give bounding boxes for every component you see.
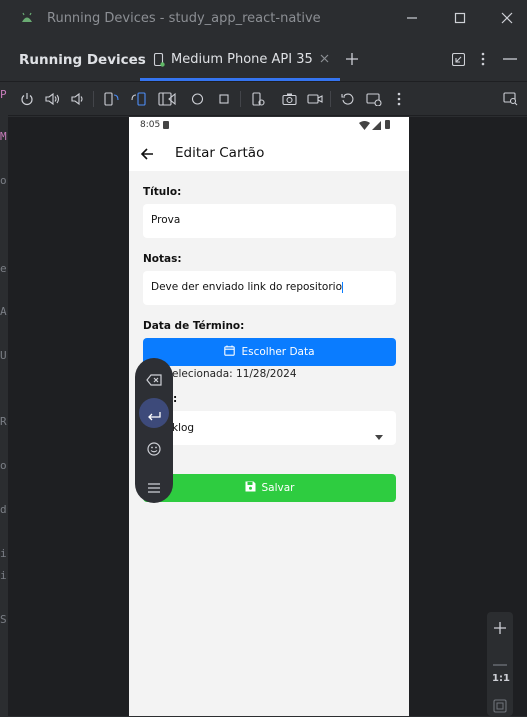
fit-screen-icon[interactable]	[493, 698, 507, 717]
notas-value: Deve der enviado link do repositorio	[151, 281, 342, 293]
zoom-in-icon[interactable]	[493, 620, 507, 639]
phone-status-bar: 8:05	[129, 117, 409, 135]
reset-icon[interactable]	[341, 92, 355, 106]
gutter-mark: o	[0, 459, 7, 472]
rotate-right-icon[interactable]	[131, 92, 146, 106]
floating-toolbar	[135, 358, 173, 503]
panel-title: Running Devices	[19, 52, 146, 68]
tab-device[interactable]: Medium Phone API 35	[140, 38, 340, 82]
volume-up-icon[interactable]	[45, 92, 60, 106]
notas-label: Notas:	[143, 253, 182, 265]
camera-icon[interactable]	[282, 92, 297, 106]
status-picker-value: klog	[172, 422, 195, 434]
collapse-icon[interactable]	[452, 53, 465, 66]
close-tab-icon[interactable]	[320, 54, 329, 63]
status-time: 8:05	[140, 120, 161, 130]
device-toolbar	[0, 82, 527, 116]
tab-underline	[140, 78, 340, 81]
tab-label: Medium Phone API 35	[171, 52, 313, 67]
app-bar-title: Editar Cartão	[175, 145, 265, 161]
gutter-mark: M	[0, 130, 7, 143]
menu-icon[interactable]	[148, 478, 160, 497]
selected-date-text: elecionada: 11/28/2024	[172, 368, 297, 380]
titulo-label: Título:	[143, 186, 182, 198]
more-options-icon[interactable]	[480, 52, 486, 66]
notas-input[interactable]: Deve der enviado link do repositorio	[143, 271, 396, 305]
wifi-icon	[359, 121, 370, 133]
rotate-left-icon[interactable]	[104, 92, 119, 106]
back-arrow-icon[interactable]	[140, 146, 154, 165]
power-icon[interactable]	[20, 92, 34, 106]
enter-icon[interactable]	[147, 407, 161, 426]
zoom-reset-button[interactable]: 1:1	[492, 673, 510, 684]
gutter-mark: U	[0, 349, 7, 362]
status-picker[interactable]: klog	[143, 411, 396, 445]
record-video-icon[interactable]	[307, 92, 323, 106]
toolbar-divider	[93, 91, 94, 107]
toolbar-more-icon[interactable]	[396, 92, 402, 106]
title-bar: Running Devices - study_app_react-native	[0, 0, 527, 38]
save-label: Salvar	[261, 482, 295, 494]
overview-icon[interactable]	[218, 92, 230, 106]
toolbar-divider	[240, 91, 241, 107]
volume-down-icon[interactable]	[71, 92, 84, 106]
gutter-mark: i	[0, 547, 7, 560]
gutter-mark: i	[0, 569, 7, 582]
backspace-icon[interactable]	[146, 371, 162, 390]
save-button[interactable]: Salvar	[143, 474, 396, 502]
choose-date-label: Escolher Data	[241, 346, 315, 358]
close-window-icon[interactable]	[501, 12, 513, 24]
gutter-mark: P	[0, 88, 7, 101]
window-title: Running Devices - study_app_react-native	[47, 11, 321, 26]
keyboard-icon[interactable]	[366, 92, 382, 106]
zoom-out-icon[interactable]	[493, 651, 507, 670]
gutter-mark: S	[0, 613, 7, 626]
titulo-input[interactable]: Prova	[143, 204, 396, 238]
hide-panel-icon[interactable]	[503, 58, 517, 60]
text-cursor	[342, 281, 343, 293]
toolbar-divider	[330, 91, 331, 107]
gutter-mark: e	[0, 262, 7, 275]
sim-icon	[163, 121, 169, 129]
gutter-mark: A	[0, 305, 7, 318]
emoji-icon[interactable]	[147, 441, 161, 460]
left-gutter: P M o e A U R o d i i S	[0, 82, 8, 716]
signal-icon	[372, 121, 381, 133]
data-termino-label: Data de Término:	[143, 320, 245, 332]
status-label: :	[173, 393, 178, 405]
tab-bar: Running Devices Medium Phone API 35	[0, 38, 527, 82]
android-icon	[20, 11, 34, 25]
calendar-icon	[224, 345, 236, 359]
gutter-mark: d	[0, 503, 7, 516]
choose-date-button[interactable]: Escolher Data	[143, 338, 396, 366]
zoom-controls: 1:1	[487, 612, 513, 716]
phone-icon	[153, 53, 165, 67]
battery-icon	[385, 120, 390, 129]
dropdown-arrow-icon	[375, 425, 383, 444]
gutter-mark: R	[0, 415, 7, 428]
save-icon	[245, 481, 256, 495]
gutter-mark: o	[0, 174, 7, 187]
minimize-icon[interactable]	[406, 12, 418, 24]
maximize-icon[interactable]	[454, 12, 466, 24]
device-settings-icon[interactable]	[251, 92, 265, 106]
add-tab-icon[interactable]	[345, 52, 359, 66]
home-icon[interactable]	[191, 92, 204, 106]
app-bar: Editar Cartão	[129, 135, 409, 171]
back-icon[interactable]	[166, 92, 178, 106]
screen-inspect-icon[interactable]	[503, 92, 518, 106]
